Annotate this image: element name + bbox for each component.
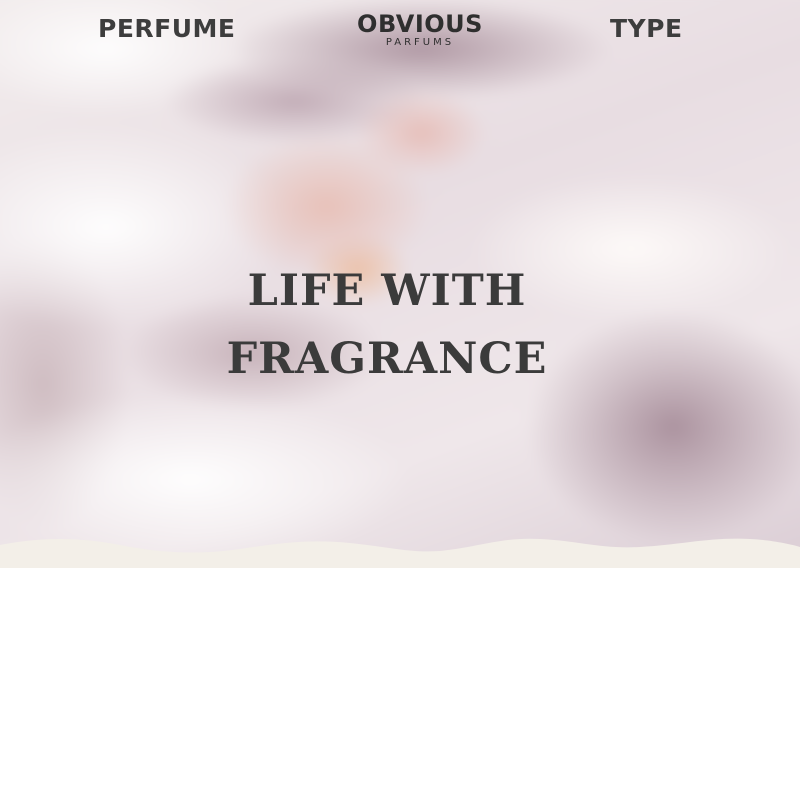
hero-headline-line1: LIFE WITH — [247, 265, 527, 316]
hero-headline-line2: FRAGRANCE — [226, 333, 548, 384]
hero-headline: LIFE WITH FRAGRANCE — [0, 257, 774, 393]
brand-logo-name: OBVIOUS — [357, 10, 483, 38]
brand-logo[interactable]: OBVIOUS PARFUMS — [340, 10, 500, 49]
brand-logo-subtitle: PARFUMS — [385, 37, 455, 48]
nav-link-type[interactable]: TYPE — [610, 12, 683, 46]
wave-divider — [0, 538, 800, 568]
nav-link-perfume[interactable]: PERFUME — [98, 12, 235, 46]
top-navigation: PERFUME OBVIOUS PARFUMS TYPE — [0, 0, 800, 60]
page: PERFUME OBVIOUS PARFUMS TYPE LIFE WITH F… — [0, 0, 800, 800]
hero-banner: PERFUME OBVIOUS PARFUMS TYPE LIFE WITH F… — [0, 0, 800, 568]
